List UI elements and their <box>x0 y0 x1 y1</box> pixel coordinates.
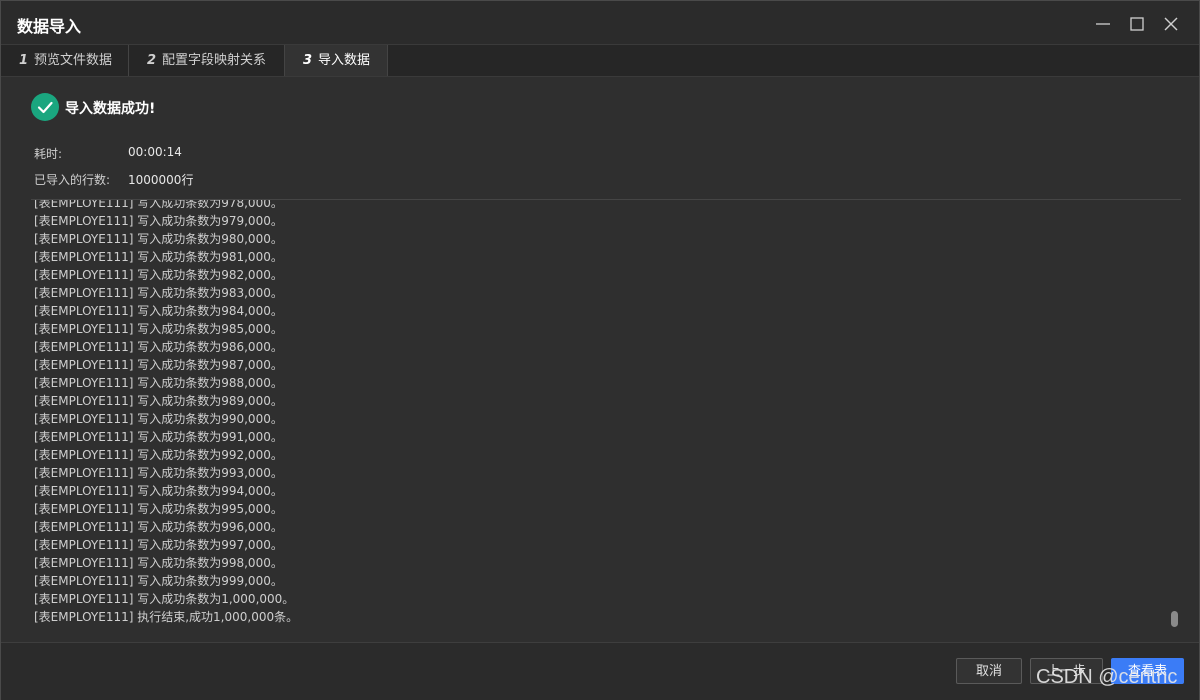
log-line: [表EMPLOYE111] 写入成功条数为989,000。 <box>34 394 283 408</box>
minimize-icon[interactable] <box>1088 9 1118 39</box>
log-line: [表EMPLOYE111] 写入成功条数为981,000。 <box>34 250 283 264</box>
dialog-title: 数据导入 <box>17 17 82 36</box>
success-message: 导入数据成功! <box>65 101 156 117</box>
tab-field-mapping[interactable]: 2 配置字段映射关系 <box>129 45 285 76</box>
tab-label: 导入数据 <box>318 53 371 68</box>
log-line: [表EMPLOYE111] 写入成功条数为992,000。 <box>34 448 283 462</box>
log-line: [表EMPLOYE111] 写入成功条数为988,000。 <box>34 376 283 390</box>
log-line: [表EMPLOYE111] 写入成功条数为979,000。 <box>34 214 283 228</box>
log-line: [表EMPLOYE111] 写入成功条数为984,000。 <box>34 304 283 318</box>
log-line: [表EMPLOYE111] 写入成功条数为993,000。 <box>34 466 283 480</box>
log-line: [表EMPLOYE111] 执行结束,成功1,000,000条。 <box>34 610 299 624</box>
log-scrollbar-thumb[interactable] <box>1171 611 1178 627</box>
elapsed-value: 00:00:14 <box>128 145 182 159</box>
log-line: [表EMPLOYE111] 写入成功条数为996,000。 <box>34 520 283 534</box>
rows-imported-value: 1000000行 <box>128 173 194 187</box>
rows-imported-label: 已导入的行数: <box>34 173 111 187</box>
log-line: [表EMPLOYE111] 写入成功条数为987,000。 <box>34 358 283 372</box>
tab-import-data[interactable]: 3 导入数据 <box>285 45 388 76</box>
log-line: [表EMPLOYE111] 写入成功条数为998,000。 <box>34 556 283 570</box>
watermark: CSDN @centric <box>1036 666 1178 688</box>
log-line: [表EMPLOYE111] 写入成功条数为999,000。 <box>34 574 283 588</box>
log-line: [表EMPLOYE111] 写入成功条数为985,000。 <box>34 322 283 336</box>
log-line: [表EMPLOYE111] 写入成功条数为991,000。 <box>34 430 283 444</box>
log-line: [表EMPLOYE111] 写入成功条数为986,000。 <box>34 340 283 354</box>
log-line: [表EMPLOYE111] 写入成功条数为983,000。 <box>34 286 283 300</box>
import-dialog: 数据导入 1 预览文件数据 2 配置字段映射关系 3 导入数据 导入数据成功! 耗时:… <box>0 0 1200 700</box>
tab-number: 3 <box>303 53 313 68</box>
tab-number: 1 <box>19 53 29 68</box>
maximize-icon[interactable] <box>1122 9 1152 39</box>
tab-label: 配置字段映射关系 <box>162 53 267 68</box>
step-tabs: 1 预览文件数据 2 配置字段映射关系 3 导入数据 <box>1 44 1199 77</box>
tab-preview-file-data[interactable]: 1 预览文件数据 <box>1 45 129 76</box>
title-bar: 数据导入 <box>1 1 1199 44</box>
log-line: [表EMPLOYE111] 写入成功条数为995,000。 <box>34 502 283 516</box>
log-line: [表EMPLOYE111] 写入成功条数为990,000。 <box>34 412 283 426</box>
log-line: [表EMPLOYE111] 写入成功条数为994,000。 <box>34 484 283 498</box>
log-line: [表EMPLOYE111] 写入成功条数为982,000。 <box>34 268 283 282</box>
cancel-button[interactable]: 取消 <box>956 658 1022 684</box>
log-lines: [表EMPLOYE111] 写入成功条数为978,000。 [表EMPLOYE11… <box>34 200 1154 626</box>
log-line: [表EMPLOYE111] 写入成功条数为997,000。 <box>34 538 283 552</box>
tab-number: 2 <box>147 53 157 68</box>
log-line: [表EMPLOYE111] 写入成功条数为980,000。 <box>34 232 283 246</box>
close-icon[interactable] <box>1156 9 1186 39</box>
log-line: [表EMPLOYE111] 写入成功条数为1,000,000。 <box>34 592 295 606</box>
log-line: [表EMPLOYE111] 写入成功条数为978,000。 <box>34 200 283 210</box>
success-check-icon <box>31 93 59 121</box>
import-log[interactable]: [表EMPLOYE111] 写入成功条数为978,000。 [表EMPLOYE11… <box>34 200 1154 630</box>
tab-label: 预览文件数据 <box>34 53 113 68</box>
elapsed-label: 耗时: <box>34 147 63 161</box>
